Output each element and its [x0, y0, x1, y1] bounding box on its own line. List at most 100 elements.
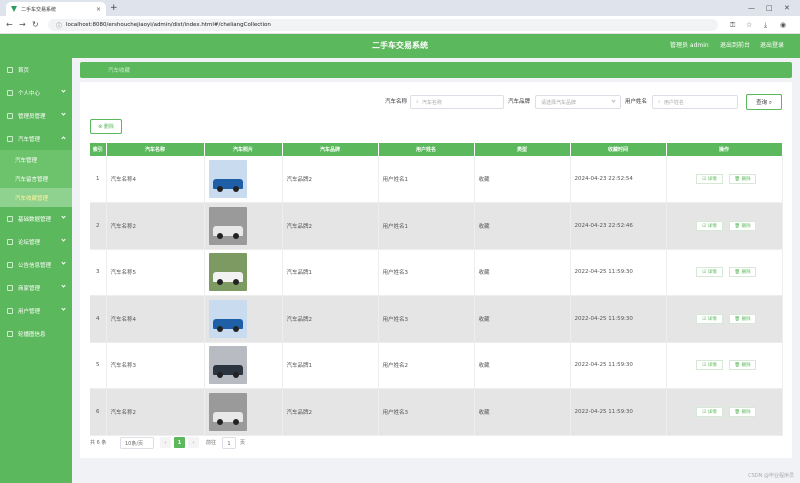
placeholder-text: 用户姓名 — [663, 99, 684, 106]
cell-index: 2 — [90, 202, 107, 250]
sidebar-item-merchants[interactable]: 商家管理 — [0, 276, 72, 299]
detail-button[interactable]: ☑ 详情 — [696, 406, 723, 417]
cell-index: 5 — [90, 342, 107, 389]
sidebar-item-profile[interactable]: 个人中心 — [0, 81, 72, 104]
sidebar-item-carousel[interactable]: 轮播图信息 — [0, 322, 72, 345]
row-delete-button[interactable]: 🗑 删除 — [729, 313, 756, 324]
sidebar-item-home[interactable]: 首页 — [0, 58, 72, 81]
goto-page-input[interactable]: 1 — [222, 437, 236, 449]
page-1-button[interactable]: 1 — [174, 437, 185, 448]
car-wheel — [232, 186, 239, 192]
col-car-name: 汽车名称 — [106, 143, 205, 156]
car-wheel — [232, 418, 239, 425]
chevron-down-icon — [61, 237, 66, 242]
sidebar-item-label: 管理员管理 — [18, 113, 46, 120]
cell-car-brand: 汽车品牌2 — [282, 202, 379, 250]
row-delete-button[interactable]: 🗑 删除 — [729, 267, 756, 278]
data-icon — [7, 215, 13, 222]
sidebar-item-forum[interactable]: 论坛管理 — [0, 230, 72, 253]
minimize-icon[interactable]: — — [748, 2, 755, 14]
new-tab-icon[interactable]: + — [110, 2, 118, 14]
cell-car-photo — [204, 388, 283, 436]
search-form: 汽车名称 ⌕ 汽车名称 汽车品牌 请选择汽车品牌 用户姓名 ⌕ 用户姓名 查询 … — [80, 94, 792, 110]
cell-car-name: 汽车名称2 — [106, 202, 205, 250]
detail-button[interactable]: ☑ 详情 — [696, 220, 723, 231]
sidebar-sub-car-manage[interactable]: 汽车管理 — [0, 150, 72, 169]
car-brand-select[interactable]: 请选择汽车品牌 — [535, 95, 621, 109]
chevron-up-icon — [61, 136, 66, 141]
forward-icon[interactable]: → — [19, 19, 26, 31]
reload-icon[interactable]: ↻ — [32, 19, 39, 31]
sidebar-item-label: 首页 — [18, 67, 30, 74]
col-index: 索引 — [90, 143, 107, 156]
cell-actions: ☑ 详情 🗑 删除 — [666, 342, 783, 389]
close-window-icon[interactable]: ✕ — [784, 2, 790, 14]
search-button[interactable]: 查询 ⌕ — [746, 94, 782, 110]
cell-type: 收藏 — [474, 342, 571, 389]
sidebar-item-basic-data[interactable]: 基础数据管理 — [0, 207, 72, 230]
car-name-input[interactable]: ⌕ 汽车名称 — [410, 95, 504, 109]
app-header: 二手车交易系统 管理员 admin 退出到前台 退出登录 — [0, 34, 800, 58]
browser-tab[interactable]: 二手车交易系统 × — [6, 2, 106, 16]
sidebar-sub-car-collection[interactable]: 汽车收藏管理 — [0, 188, 72, 207]
car-wheel — [216, 279, 223, 286]
sidebar-item-cars[interactable]: 汽车管理 — [0, 127, 72, 150]
detail-button[interactable]: ☑ 详情 — [696, 174, 723, 184]
cell-car-photo — [204, 156, 283, 203]
logout-link[interactable]: 退出登录 — [760, 34, 784, 58]
cell-user-name: 用户姓名3 — [378, 295, 475, 343]
row-delete-button[interactable]: 🗑 删除 — [729, 220, 756, 231]
user-icon — [7, 89, 13, 96]
next-page-button[interactable]: › — [188, 437, 199, 448]
row-actions: ☑ 详情 🗑 删除 — [671, 267, 782, 278]
user-name-input[interactable]: ⌕ 用户姓名 — [652, 95, 738, 109]
sidebar-item-label: 用户管理 — [18, 308, 41, 315]
table-row: 6 汽车名称2 汽车品牌2 用户姓名3 收藏 2022-04-25 11:59:30 ☑ 详… — [90, 388, 783, 436]
detail-button[interactable]: ☑ 详情 — [696, 360, 723, 371]
chevron-down-icon — [611, 98, 616, 103]
star-icon[interactable]: ☆ — [746, 20, 752, 30]
table-row: 4 汽车名称4 汽车品牌2 用户姓名3 收藏 2022-04-25 11:59:30 ☑ 详… — [90, 295, 783, 343]
car-brand-label: 汽车品牌 — [508, 99, 531, 105]
page-size-select[interactable]: 10条/页 — [120, 437, 154, 449]
sidebar-item-notices[interactable]: 公告信息管理 — [0, 253, 72, 276]
user-name-label: 用户姓名 — [625, 99, 648, 105]
cell-type: 收藏 — [474, 295, 571, 343]
cell-car-name: 汽车名称4 — [106, 295, 205, 343]
exit-to-frontend-link[interactable]: 退出到前台 — [720, 34, 750, 58]
car-wheel — [232, 232, 239, 239]
sidebar-item-label: 轮播图信息 — [18, 331, 46, 338]
row-delete-button[interactable]: 🗑 删除 — [729, 174, 756, 184]
tab-close-icon[interactable]: × — [96, 6, 101, 13]
shop-icon — [7, 284, 13, 291]
cell-collect-time: 2022-04-25 11:59:30 — [570, 388, 667, 436]
row-actions: ☑ 详情 🗑 删除 — [671, 360, 782, 371]
cell-actions: ☑ 详情 🗑 删除 — [666, 249, 783, 296]
cell-user-name: 用户姓名2 — [378, 342, 475, 389]
key-icon[interactable]: ⚿ — [730, 20, 735, 30]
sidebar-item-users[interactable]: 用户管理 — [0, 299, 72, 322]
sidebar-sub-car-messages[interactable]: 汽车留言管理 — [0, 169, 72, 188]
prev-page-button[interactable]: ‹ — [160, 437, 171, 448]
profile-icon[interactable]: ◉ — [780, 20, 786, 30]
download-icon[interactable]: ⤓ — [764, 20, 767, 30]
maximize-icon[interactable]: □ — [766, 2, 773, 14]
detail-button[interactable]: ☑ 详情 — [696, 267, 723, 278]
row-delete-button[interactable]: 🗑 删除 — [729, 360, 756, 371]
back-icon[interactable]: ← — [6, 19, 13, 31]
cell-user-name: 用户姓名1 — [378, 156, 475, 203]
batch-delete-button[interactable]: ⊗ 删除 — [90, 119, 122, 134]
cell-index: 4 — [90, 295, 107, 343]
site-info-icon[interactable]: ⓘ — [56, 21, 62, 30]
sidebar-item-admins[interactable]: 管理员管理 — [0, 104, 72, 127]
car-photo — [208, 206, 247, 245]
table-row: 1 汽车名称4 汽车品牌2 用户姓名1 收藏 2024-04-23 22:52:54 ☑ 详… — [90, 156, 783, 203]
row-delete-button[interactable]: 🗑 删除 — [729, 406, 756, 417]
detail-button[interactable]: ☑ 详情 — [696, 313, 723, 324]
cell-index: 6 — [90, 388, 107, 436]
url-field[interactable]: ⓘ localhost:8080/ershouchejiaoyi/admin/d… — [48, 19, 718, 31]
car-wheel — [232, 325, 239, 332]
placeholder-text: 汽车名称 — [421, 99, 442, 106]
cell-actions: ☑ 详情 🗑 删除 — [666, 388, 783, 436]
car-photo — [208, 160, 247, 198]
